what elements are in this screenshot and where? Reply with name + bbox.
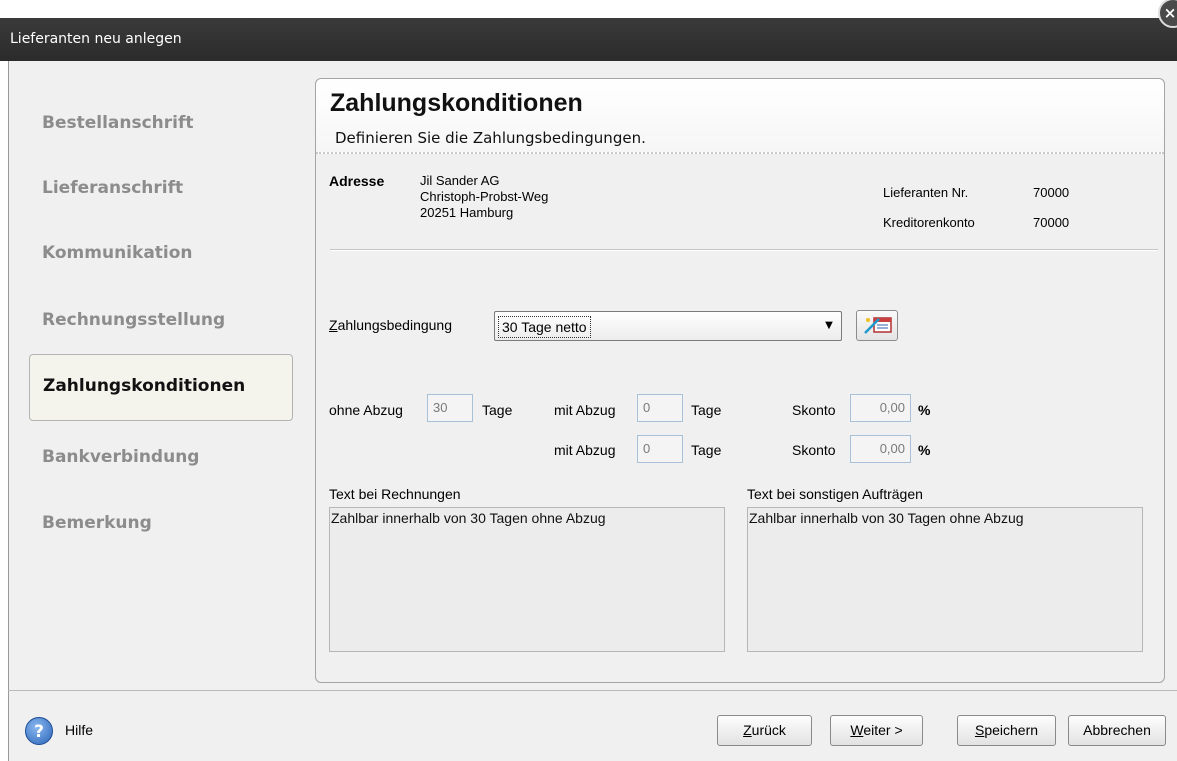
save-button[interactable]: Speichern [957, 715, 1056, 746]
nav-item-bankverbindung[interactable]: Bankverbindung [29, 426, 293, 490]
content-panel: Zahlungskonditionen Definieren Sie die Z… [315, 78, 1165, 683]
payment-condition-value: 30 Tage netto [498, 316, 591, 338]
back-button-label: urück [751, 722, 786, 738]
next-button[interactable]: Weiter > [830, 715, 923, 746]
ohne-abzug-label: ohne Abzug [329, 402, 403, 418]
tage-label: Tage [482, 402, 513, 418]
supplier-number-value: 70000 [1033, 185, 1070, 200]
payment-condition-select[interactable]: 30 Tage netto ▼ [494, 311, 842, 341]
payment-condition-label-text: ahlungsbedingung [337, 317, 453, 333]
calendar-wand-icon [864, 317, 892, 334]
nav-item-lieferanschrift[interactable]: Lieferanschrift [29, 157, 293, 221]
other-orders-text-area[interactable]: Zahlbar innerhalb von 30 Tagen ohne Abzu… [747, 507, 1143, 652]
nav-item-label: Bestellanschrift [42, 113, 194, 133]
invoice-text-label: Text bei Rechnungen [329, 486, 461, 502]
supplier-number-label: Lieferanten Nr. [883, 185, 969, 200]
nav-item-label: Bemerkung [42, 513, 152, 533]
payment-condition-label: Zahlungsbedingung [329, 317, 452, 333]
other-orders-text-label: Text bei sonstigen Aufträgen [747, 486, 923, 502]
skonto-label: Skonto [792, 402, 836, 418]
nav-item-label: Zahlungskonditionen [43, 376, 246, 396]
creditor-account-value: 70000 [1033, 215, 1070, 230]
skonto-input-1[interactable]: 0,00 [850, 394, 911, 422]
mit-abzug-label: mit Abzug [554, 442, 616, 458]
next-button-label: eiter > [863, 722, 903, 738]
nav-item-label: Rechnungsstellung [42, 310, 226, 330]
edit-payment-terms-button[interactable] [856, 310, 898, 341]
mnemonic-letter: W [850, 722, 864, 738]
chevron-down-icon[interactable]: ▼ [817, 312, 841, 340]
address-label: Adresse [329, 173, 385, 189]
address-line-2: Christoph-Probst-Weg [420, 189, 549, 204]
mnemonic-letter: Z [743, 722, 752, 738]
back-button[interactable]: Zurück [717, 715, 812, 746]
panel-header: Zahlungskonditionen Definieren Sie die Z… [316, 79, 1164, 154]
cancel-button[interactable]: Abbrechen [1068, 715, 1166, 746]
invoice-text-area[interactable]: Zahlbar innerhalb von 30 Tagen ohne Abzu… [329, 507, 725, 652]
nav-item-bestellanschrift[interactable]: Bestellanschrift [29, 92, 293, 156]
tage-label: Tage [691, 442, 722, 458]
nav-item-rechnungsstellung[interactable]: Rechnungsstellung [29, 289, 293, 353]
nav-item-zahlungskonditionen[interactable]: Zahlungskonditionen [29, 354, 293, 421]
percent-label: % [918, 442, 931, 458]
save-button-label: peichern [984, 722, 1039, 738]
section-divider [330, 249, 1158, 251]
wizard-window: Bestellanschrift Lieferanschrift Kommuni… [8, 61, 1177, 761]
window-titlebar: Lieferanten neu anlegen [0, 18, 1177, 61]
help-label[interactable]: Hilfe [65, 722, 93, 738]
nav-item-label: Bankverbindung [42, 447, 200, 467]
ohne-abzug-days-input[interactable]: 30 [427, 394, 473, 422]
help-icon[interactable]: ? [25, 717, 53, 745]
page-title: Zahlungskonditionen [330, 89, 583, 117]
mnemonic-letter: Z [329, 317, 338, 333]
nav-item-bemerkung[interactable]: Bemerkung [29, 492, 293, 556]
skonto-label: Skonto [792, 442, 836, 458]
mit-abzug-label: mit Abzug [554, 402, 616, 418]
skonto-input-2[interactable]: 0,00 [850, 435, 911, 463]
address-line-1: Jil Sander AG [420, 173, 500, 188]
window-title: Lieferanten neu anlegen [10, 31, 182, 47]
mnemonic-letter: S [974, 722, 985, 738]
tage-label: Tage [691, 402, 722, 418]
creditor-account-label: Kreditorenkonto [883, 215, 975, 230]
mit-abzug-days-input-1[interactable]: 0 [637, 394, 683, 422]
nav-item-kommunikation[interactable]: Kommunikation [29, 222, 293, 286]
nav-item-label: Lieferanschrift [42, 178, 184, 198]
footer-divider [8, 690, 1177, 691]
nav-item-label: Kommunikation [42, 243, 193, 263]
percent-label: % [918, 402, 931, 418]
mit-abzug-days-input-2[interactable]: 0 [637, 435, 683, 463]
address-line-3: 20251 Hamburg [420, 205, 514, 220]
page-subtitle: Definieren Sie die Zahlungsbedingungen. [335, 129, 646, 147]
